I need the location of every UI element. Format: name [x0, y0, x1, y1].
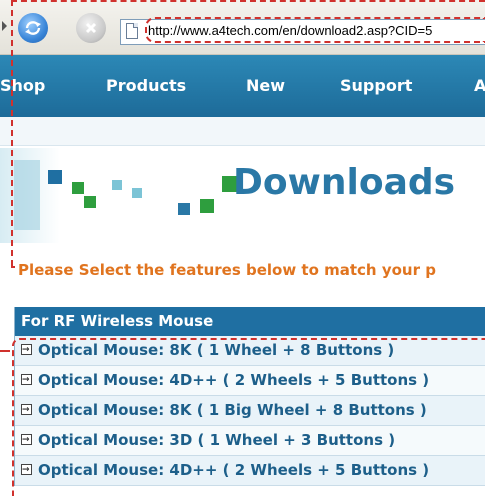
- banner-decor-block: [14, 160, 40, 230]
- nav-shop[interactable]: Shop: [0, 76, 45, 95]
- instruction-text: Please Select the features below to matc…: [18, 261, 436, 279]
- arrow-box-icon: [21, 396, 32, 424]
- row-link[interactable]: Optical Mouse: 8K ( 1 Wheel + 8 Buttons …: [38, 336, 394, 364]
- annotation-line: [11, 0, 13, 266]
- stop-button[interactable]: [76, 13, 106, 43]
- url-highlight: [145, 17, 485, 43]
- banner-title: Downloads: [233, 162, 456, 203]
- nav-sub-stripe: [0, 117, 485, 146]
- row-link[interactable]: Optical Mouse: 4D++ ( 2 Wheels + 5 Butto…: [38, 456, 429, 484]
- table-header: For RF Wireless Mouse: [15, 307, 485, 336]
- downloads-banner: Downloads: [0, 148, 485, 243]
- row-link[interactable]: Optical Mouse: 8K ( 1 Big Wheel + 8 Butt…: [38, 396, 427, 424]
- row-link[interactable]: Optical Mouse: 3D ( 1 Wheel + 3 Buttons …: [38, 426, 395, 454]
- table-row[interactable]: Optical Mouse: 4D++ ( 2 Wheels + 5 Butto…: [15, 366, 485, 396]
- banner-decor-square: [200, 199, 214, 213]
- table-row[interactable]: Optical Mouse: 3D ( 1 Wheel + 3 Buttons …: [15, 426, 485, 456]
- nav-about[interactable]: A: [474, 76, 485, 95]
- product-table: For RF Wireless Mouse Optical Mouse: 8K …: [14, 307, 485, 486]
- nav-new[interactable]: New: [246, 76, 285, 95]
- arrow-box-icon: [21, 336, 32, 364]
- arrow-box-icon: [21, 426, 32, 454]
- refresh-icon: [25, 21, 41, 35]
- banner-decor-square: [112, 180, 122, 190]
- refresh-button[interactable]: [18, 13, 48, 43]
- annotation-line: [11, 266, 15, 268]
- nav-products[interactable]: Products: [106, 76, 186, 95]
- banner-decor-square: [72, 182, 84, 194]
- banner-decor-square: [84, 196, 96, 208]
- row-link[interactable]: Optical Mouse: 4D++ ( 2 Wheels + 5 Butto…: [38, 366, 429, 394]
- annotation-line: [0, 350, 10, 352]
- close-icon: [85, 22, 97, 34]
- table-row[interactable]: Optical Mouse: 8K ( 1 Wheel + 8 Buttons …: [15, 336, 485, 366]
- table-row[interactable]: Optical Mouse: 8K ( 1 Big Wheel + 8 Butt…: [15, 396, 485, 426]
- chevron-right-icon[interactable]: [2, 21, 7, 31]
- banner-decor-square: [132, 188, 142, 198]
- annotation-line: [11, 0, 485, 2]
- nav-support[interactable]: Support: [340, 76, 412, 95]
- arrow-box-icon: [21, 366, 32, 394]
- banner-decor-square: [48, 170, 62, 184]
- banner-decor-square: [178, 203, 190, 215]
- page-icon: [126, 23, 138, 39]
- arrow-box-icon: [21, 456, 32, 484]
- site-nav: Shop Products New Support A: [0, 55, 485, 117]
- table-row[interactable]: Optical Mouse: 4D++ ( 2 Wheels + 5 Butto…: [15, 456, 485, 486]
- browser-toolbar: http://www.a4tech.com/en/download2.asp?C…: [0, 0, 485, 55]
